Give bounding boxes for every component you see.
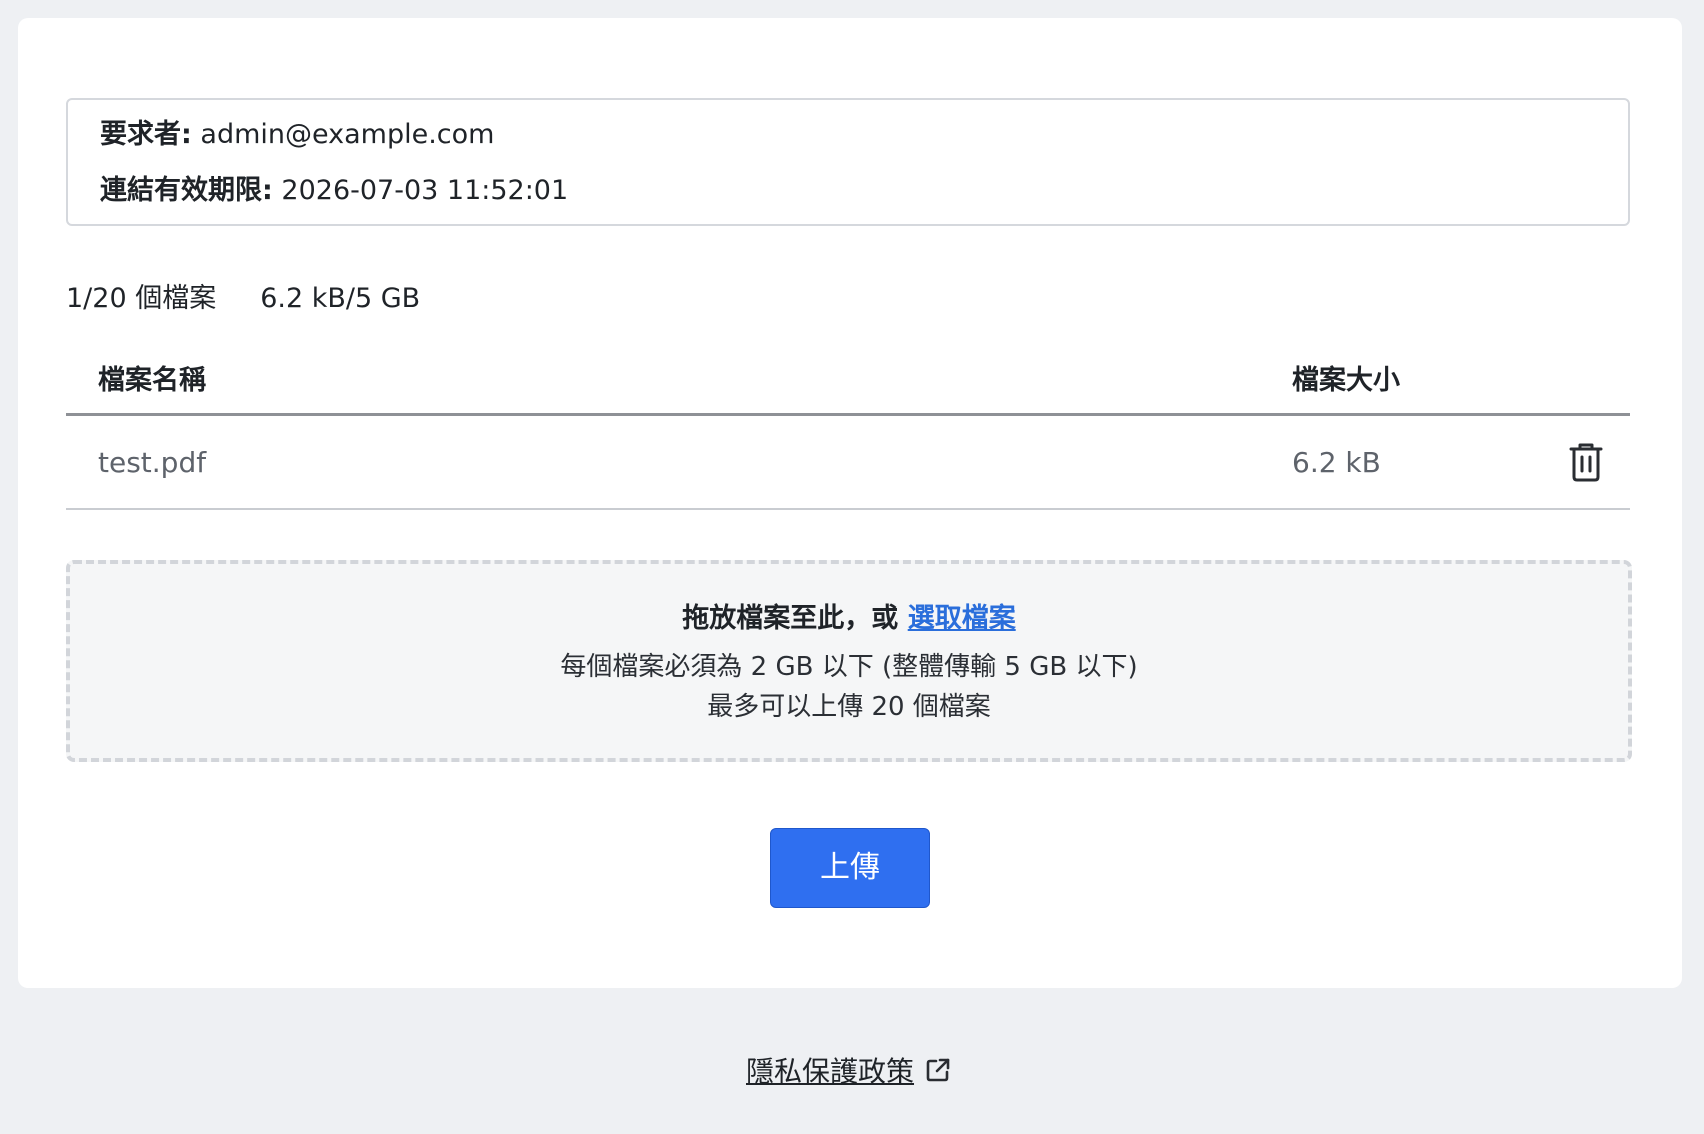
expiry-value: 2026-07-03 11:52:01: [281, 175, 569, 206]
external-link-icon: [924, 1056, 952, 1084]
request-info-box: 要求者: admin@example.com 連結有效期限: 2026-07-0…: [66, 98, 1630, 226]
upload-summary: 1/20 個檔案 6.2 kB/5 GB: [66, 282, 420, 316]
requester-line: 要求者: admin@example.com: [100, 118, 494, 152]
total-size: 6.2 kB/5 GB: [260, 283, 421, 314]
file-name: test.pdf: [98, 446, 207, 479]
column-header-size: 檔案大小: [1292, 365, 1400, 396]
upload-button[interactable]: 上傳: [770, 828, 930, 908]
upload-card: 要求者: admin@example.com 連結有效期限: 2026-07-0…: [18, 18, 1682, 988]
file-count-limit-text: 最多可以上傳 20 個檔案: [707, 692, 991, 722]
privacy-policy-link[interactable]: 隱私保護政策: [746, 1054, 914, 1090]
table-row: test.pdf 6.2 kB: [66, 416, 1630, 510]
select-files-link[interactable]: 選取檔案: [908, 603, 1016, 634]
expiry-line: 連結有效期限: 2026-07-03 11:52:01: [100, 174, 568, 208]
file-table-header: 檔案名稱 檔案大小: [66, 344, 1630, 416]
dropzone-prompt: 拖放檔案至此，或: [682, 603, 899, 634]
dropzone-prompt-line: 拖放檔案至此，或 選取檔案: [70, 602, 1628, 636]
column-header-name: 檔案名稱: [98, 365, 206, 396]
per-file-limit-text: 每個檔案必須為 2 GB 以下 (整體傳輸 5 GB 以下): [560, 652, 1138, 682]
requester-label: 要求者:: [100, 119, 192, 150]
file-dropzone[interactable]: 拖放檔案至此，或 選取檔案 每個檔案必須為 2 GB 以下 (整體傳輸 5 GB…: [66, 560, 1632, 762]
requester-value: admin@example.com: [200, 119, 495, 150]
expiry-label: 連結有效期限:: [100, 175, 273, 206]
trash-icon[interactable]: [1568, 442, 1604, 482]
file-size: 6.2 kB: [1292, 446, 1381, 479]
file-count: 1/20 個檔案: [66, 283, 217, 314]
